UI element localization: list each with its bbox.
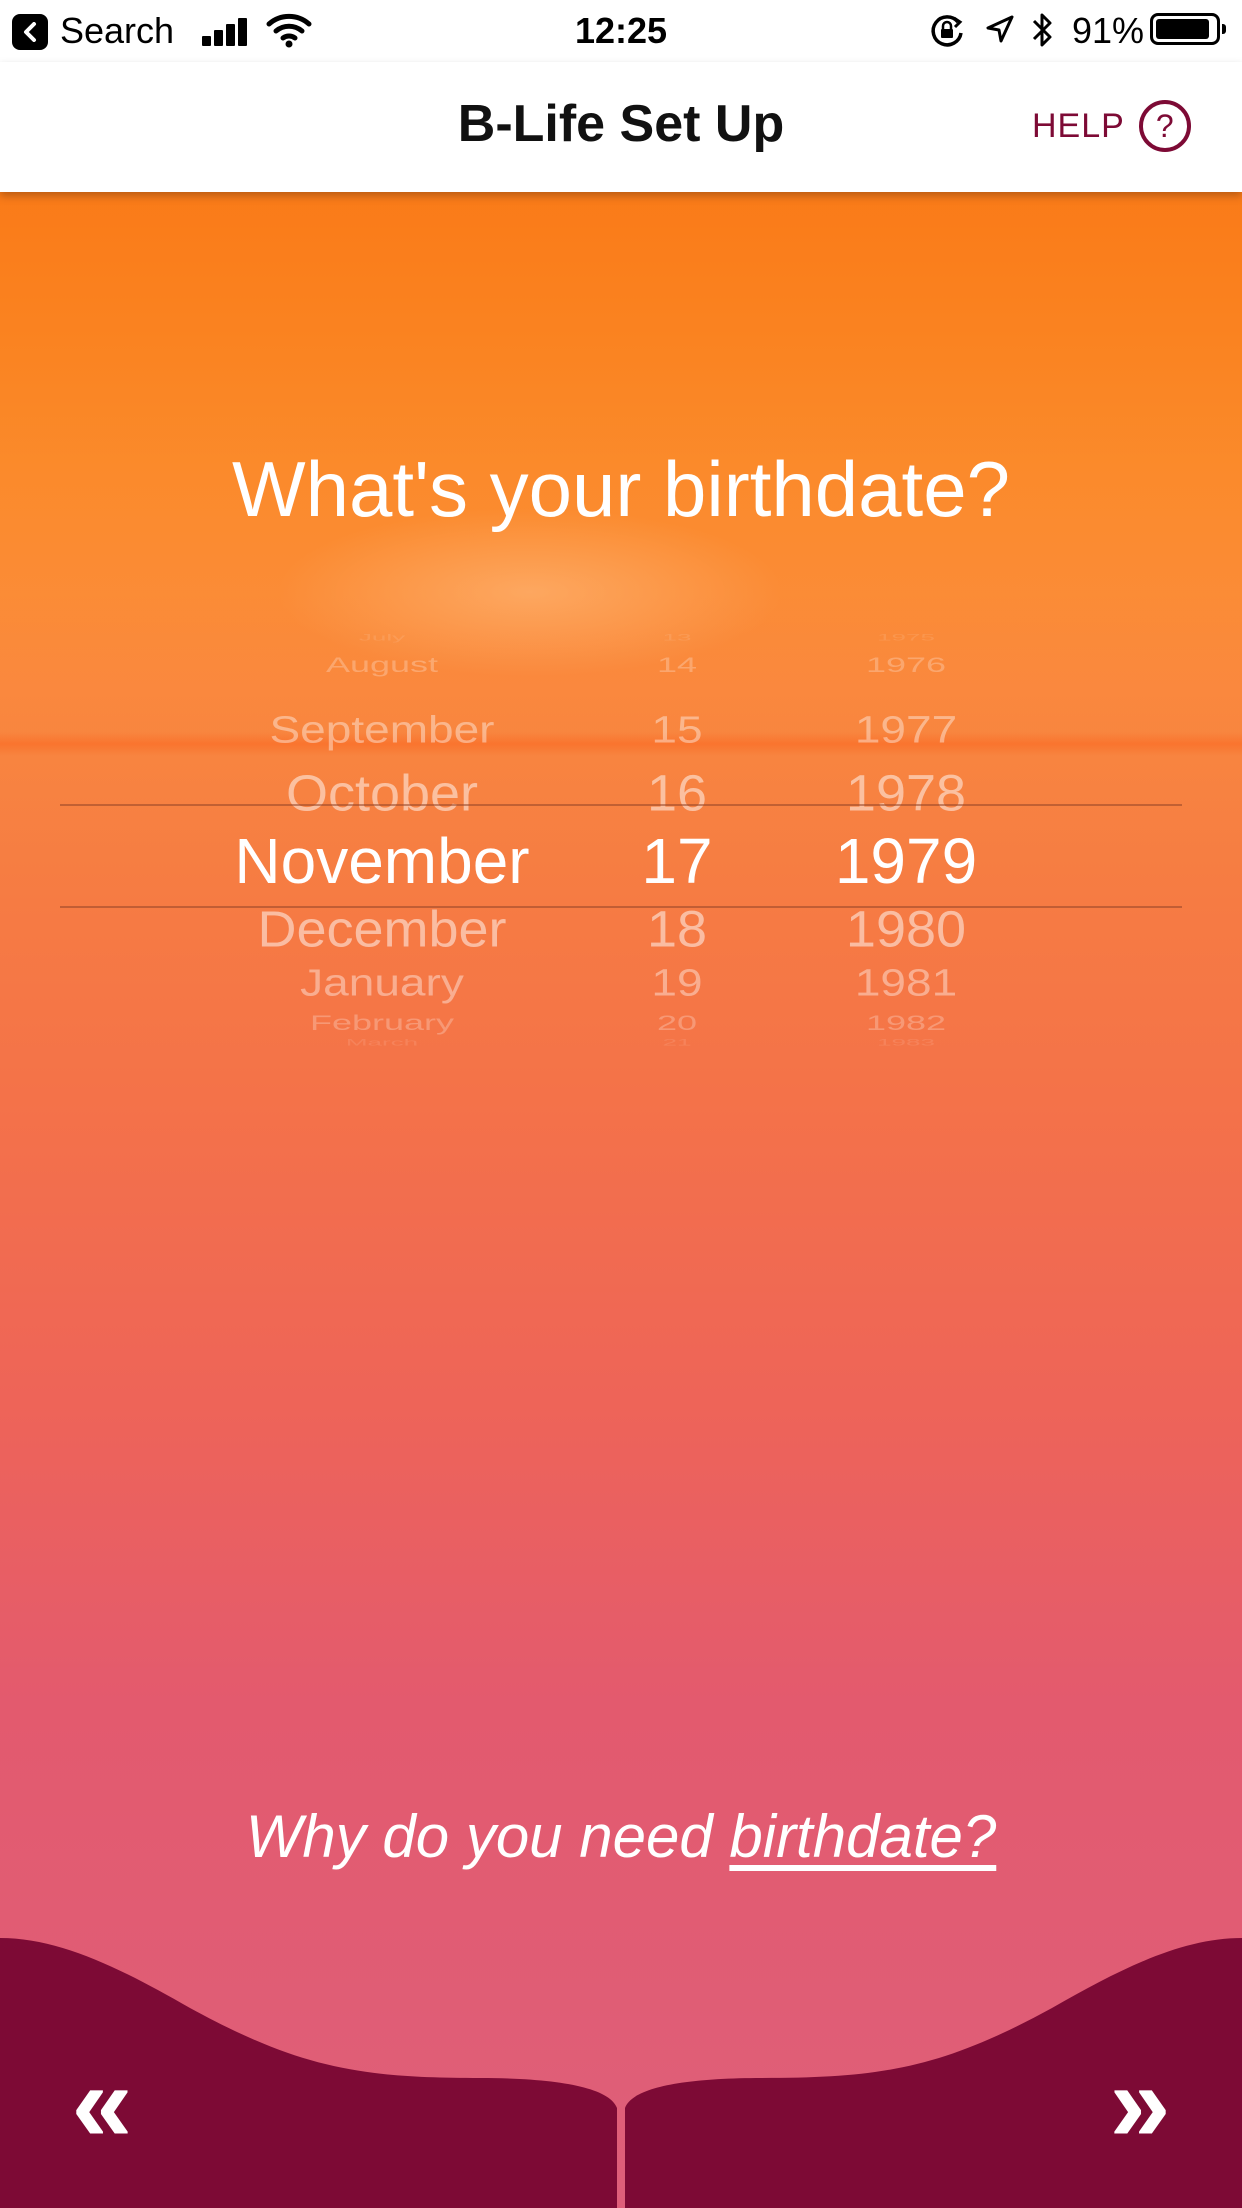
picker-year: 1980	[845, 900, 967, 958]
picker-month: December	[257, 900, 507, 958]
picker-month: October	[285, 764, 479, 822]
picker-day: 15	[651, 707, 703, 751]
footer-wave	[0, 1938, 1242, 2208]
navigation-bar: B-Life Set Up HELP ?	[0, 62, 1242, 192]
picker-year: 1981	[854, 960, 958, 1004]
battery-icon	[1150, 13, 1226, 45]
picker-year: 1982	[865, 1010, 947, 1035]
picker-day: 17	[641, 825, 713, 897]
picker-day: 20	[656, 1010, 698, 1035]
birthdate-info-link[interactable]: birthdate?	[729, 1803, 996, 1870]
picker-year: 1977	[854, 707, 958, 751]
birthdate-picker[interactable]: July 13 1975 August 14 1976 September 15 1977 Oct…	[0, 612, 1242, 1172]
picker-year: 1975	[877, 632, 935, 643]
help-label: HELP	[1032, 106, 1125, 145]
birthdate-question: What's your birthdate?	[232, 445, 1010, 533]
battery-percent: 91%	[1072, 10, 1145, 51]
picker-day: 19	[651, 960, 703, 1004]
picker-selection-top-line	[60, 804, 1182, 806]
status-bar: Search 12:25 91%	[0, 0, 1242, 62]
picker-year: 1979	[834, 825, 978, 897]
rotation-lock-icon	[931, 15, 963, 47]
picker-day: 16	[646, 764, 708, 822]
question-circle-icon: ?	[1138, 100, 1191, 152]
picker-month: March	[345, 1037, 419, 1048]
picker-year: 1983	[877, 1037, 935, 1048]
picker-day: 18	[646, 900, 708, 958]
picker-month: January	[300, 960, 464, 1004]
picker-day: 14	[656, 652, 698, 677]
why-birthdate-text: Why do you need birthdate?	[0, 1802, 1242, 1871]
main-content: What's your birthdate? July 13 1975 August 1…	[0, 192, 1242, 2208]
picker-day: 21	[662, 1037, 692, 1048]
picker-day: 13	[662, 632, 692, 643]
bluetooth-icon	[1032, 13, 1052, 47]
previous-step-button[interactable]: «	[42, 2042, 162, 2165]
picker-month: September	[269, 707, 495, 751]
picker-year: 1976	[865, 652, 947, 677]
picker-year: 1978	[845, 764, 967, 822]
location-icon	[986, 15, 1014, 43]
why-prefix: Why do you need	[245, 1803, 730, 1870]
picker-month: February	[309, 1010, 455, 1035]
picker-month: August	[325, 652, 439, 677]
picker-selection-bottom-line	[60, 906, 1182, 908]
next-step-button[interactable]: »	[1080, 2042, 1200, 2165]
help-button[interactable]: HELP ?	[1032, 100, 1191, 152]
picker-month: November	[234, 825, 530, 897]
picker-month: July	[358, 632, 406, 643]
